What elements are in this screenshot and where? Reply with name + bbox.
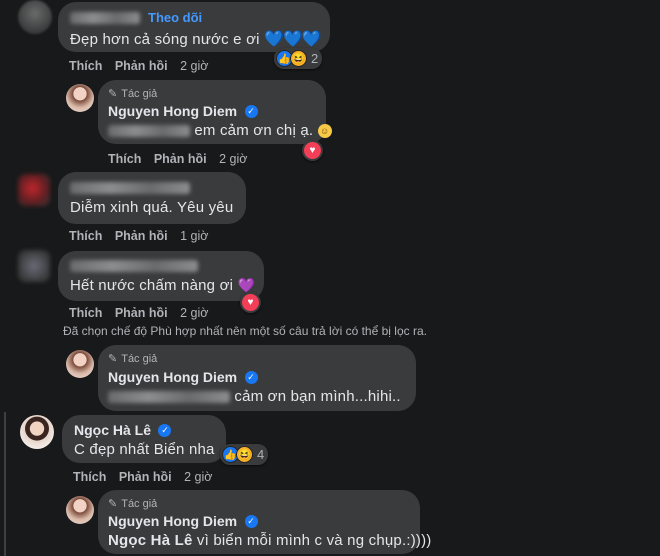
- commenter-avatar[interactable]: [18, 250, 50, 282]
- verified-badge-icon: ✓: [244, 371, 258, 385]
- reply-bubble: ✎ Tác giả Nguyen Hong Diem ✓ em cảm ơn c…: [98, 80, 332, 144]
- like-button[interactable]: Thích: [108, 152, 141, 166]
- author-name[interactable]: Nguyen Hong Diem: [108, 513, 237, 529]
- love-reaction[interactable]: ♥: [302, 140, 323, 161]
- blurred-mention[interactable]: [108, 125, 190, 138]
- like-button[interactable]: Thích: [69, 306, 102, 320]
- comment-bubble: Ngọc Hà Lê ✓ C đẹp nhất Biển nha: [62, 415, 226, 463]
- author-tag-label: Tác giả: [121, 352, 158, 365]
- comment-actions: Thích Phản hồi 2 giờ: [73, 470, 221, 484]
- like-button[interactable]: Thích: [69, 229, 102, 243]
- reaction-count: 2: [311, 51, 319, 66]
- commenter-name[interactable]: Ngọc Hà Lê: [74, 422, 151, 438]
- commenter-avatar[interactable]: [18, 174, 50, 206]
- author-tag-label: Tác giả: [121, 87, 158, 100]
- blurred-mention[interactable]: [108, 391, 230, 404]
- mention-link[interactable]: Ngọc Hà Lê: [108, 532, 193, 549]
- reply-button[interactable]: Phản hồi: [115, 229, 168, 243]
- smile-emoji: ☺: [317, 124, 332, 139]
- thread-line: [4, 412, 6, 556]
- timestamp[interactable]: 2 giờ: [180, 306, 208, 320]
- reply-actions: Thích Phản hồi 2 giờ: [108, 152, 256, 166]
- reply-button[interactable]: Phản hồi: [115, 59, 168, 73]
- reply-text: cảm ơn bạn mình...hihi..: [234, 388, 401, 405]
- love-reaction[interactable]: ♥: [240, 292, 261, 313]
- filter-notice: Đã chọn chế độ Phù hợp nhất nên một số c…: [63, 324, 427, 338]
- blurred-commenter-name[interactable]: [70, 11, 140, 24]
- comment-actions: Thích Phản hồi 1 giờ: [69, 229, 217, 243]
- reaction-count: 4: [257, 447, 265, 462]
- verified-badge-icon: ✓: [244, 515, 258, 529]
- haha-reaction-icon: 😆: [236, 446, 253, 463]
- pen-icon: ✎: [108, 88, 118, 100]
- reply-button[interactable]: Phản hồi: [154, 152, 207, 166]
- reply-bubble: ✎ Tác giả Nguyen Hong Diem ✓ cảm ơn bạn …: [98, 345, 416, 411]
- purple-heart-emoji: 💜: [237, 277, 256, 293]
- commenter-avatar[interactable]: [20, 415, 54, 449]
- follow-link[interactable]: Theo dõi: [148, 10, 202, 25]
- timestamp[interactable]: 2 giờ: [180, 59, 208, 73]
- author-avatar[interactable]: [66, 496, 94, 524]
- timestamp[interactable]: 2 giờ: [219, 152, 247, 166]
- pen-icon: ✎: [108, 498, 118, 510]
- pen-icon: ✎: [108, 353, 118, 365]
- blurred-commenter-name[interactable]: [70, 182, 190, 194]
- comment-actions: Thích Phản hồi 2 giờ: [69, 59, 217, 73]
- like-button[interactable]: Thích: [69, 59, 102, 73]
- blurred-commenter-name[interactable]: [70, 260, 198, 272]
- reply-text: vì biển mỗi mình c và ng chụp.:)))): [196, 532, 432, 549]
- reaction-summary[interactable]: 👍 😆 4: [220, 444, 269, 465]
- love-reaction-icon: ♥: [242, 294, 259, 311]
- reaction-summary[interactable]: 👍 😆 2: [274, 48, 323, 69]
- reply-button[interactable]: Phản hồi: [115, 306, 168, 320]
- author-name[interactable]: Nguyen Hong Diem: [108, 369, 237, 385]
- comment-actions: Thích Phản hồi 2 giờ: [69, 306, 217, 320]
- comment-text: Diễm xinh quá. Yêu yêu: [70, 199, 234, 216]
- haha-reaction-icon: 😆: [290, 50, 307, 67]
- verified-badge-icon: ✓: [158, 424, 172, 438]
- reply-bubble: ✎ Tác giả Nguyen Hong Diem ✓ Ngọc Hà Lê …: [98, 490, 431, 554]
- comment-bubble: Diễm xinh quá. Yêu yêu: [58, 172, 246, 224]
- comment-text: Đẹp hơn cả sóng nước e ơi: [70, 31, 260, 48]
- reply-button[interactable]: Phản hồi: [119, 470, 172, 484]
- author-avatar[interactable]: [66, 350, 94, 378]
- comment-text: Hết nước chấm nàng ơi: [70, 277, 234, 294]
- like-button[interactable]: Thích: [73, 470, 106, 484]
- verified-badge-icon: ✓: [244, 105, 258, 119]
- author-name[interactable]: Nguyen Hong Diem: [108, 103, 237, 119]
- author-avatar[interactable]: [66, 84, 94, 112]
- comment-bubble: Hết nước chấm nàng ơi 💜: [58, 251, 264, 301]
- blue-heart-emoji: 💙💙💙: [264, 31, 322, 48]
- reply-text: em cảm ơn chị ạ.: [194, 122, 314, 139]
- author-tag-label: Tác giả: [121, 497, 158, 510]
- timestamp[interactable]: 1 giờ: [180, 229, 208, 243]
- timestamp[interactable]: 2 giờ: [184, 470, 212, 484]
- love-reaction-icon: ♥: [304, 142, 321, 159]
- commenter-avatar[interactable]: [18, 0, 52, 34]
- comment-text: C đẹp nhất Biển nha: [74, 441, 215, 458]
- comment-bubble: Theo dõi Đẹp hơn cả sóng nước e ơi 💙💙💙: [58, 2, 330, 52]
